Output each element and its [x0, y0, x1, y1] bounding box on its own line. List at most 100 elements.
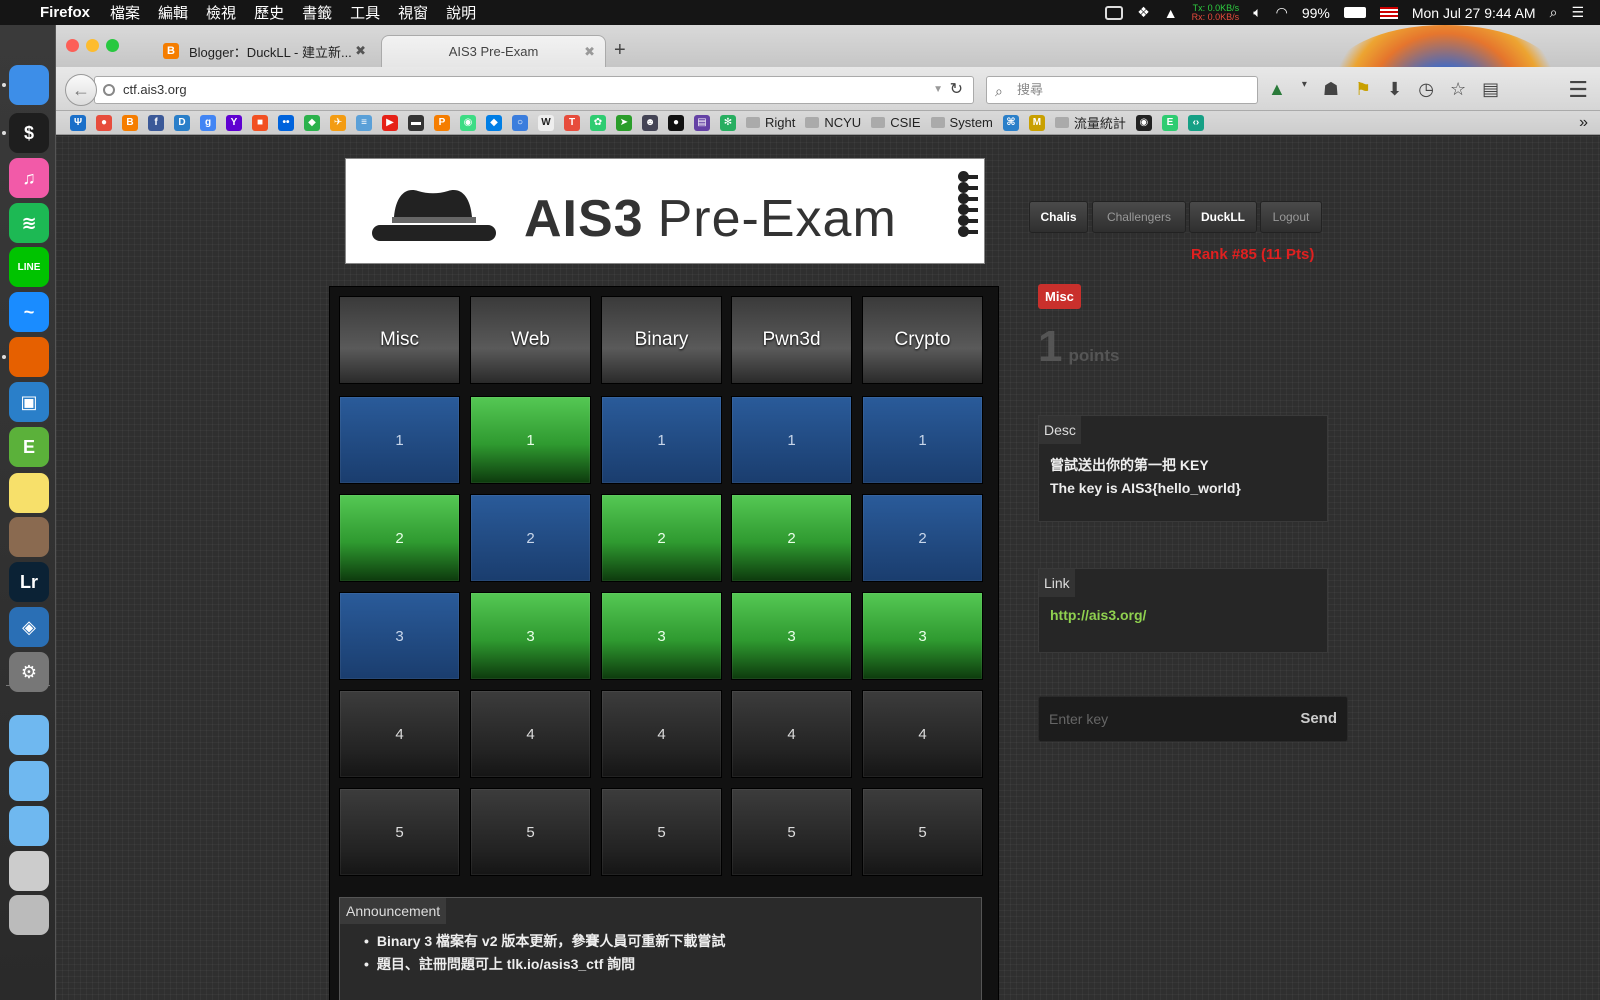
challenge-cell-binary-4[interactable]: 4 — [601, 690, 722, 778]
menu-help[interactable]: 說明 — [446, 2, 476, 23]
bookmarks-overflow-button[interactable]: » — [1579, 114, 1588, 132]
url-bar[interactable]: ctf.ais3.org ▼ ↻ — [94, 76, 974, 104]
close-tab-icon[interactable]: ✖ — [355, 43, 366, 59]
bm-blogger-icon[interactable]: B — [122, 114, 138, 131]
bookmark-folder-right[interactable]: Right — [746, 115, 795, 130]
battery-percent[interactable]: 99% — [1302, 5, 1330, 21]
network-monitor[interactable]: Tx: 0.0KB/s Rx: 0.0KB/s — [1192, 3, 1240, 22]
menu-bookmarks[interactable]: 書籤 — [302, 2, 332, 23]
bm-wikipedia-icon[interactable]: W — [538, 114, 554, 131]
bookmark-folder-ncyu[interactable]: NCYU — [805, 115, 861, 130]
app-menu[interactable]: Firefox — [40, 4, 90, 21]
challenge-cell-web-5[interactable]: 5 — [470, 788, 591, 876]
flag-extension-icon[interactable]: ⚑ — [1355, 79, 1371, 100]
bm-feedly-icon[interactable]: ◆ — [304, 114, 320, 131]
challenge-cell-pwn3d-5[interactable]: 5 — [731, 788, 852, 876]
key-input[interactable] — [1039, 697, 1279, 741]
stickies-icon[interactable] — [9, 473, 49, 513]
menu-icon[interactable]: ☰ — [1568, 77, 1588, 103]
challenge-cell-pwn3d-2[interactable]: 2 — [731, 494, 852, 582]
challenge-cell-crypto-3[interactable]: 3 — [862, 592, 983, 680]
bm-code-icon[interactable]: ‹› — [1187, 114, 1204, 131]
send-button[interactable]: Send — [1300, 710, 1337, 727]
challenge-cell-misc-5[interactable]: 5 — [339, 788, 460, 876]
challenge-cell-pwn3d-3[interactable]: 3 — [731, 592, 852, 680]
bm-p-icon[interactable]: P — [434, 114, 450, 131]
category-header-web[interactable]: Web — [470, 296, 591, 384]
drive-folder-icon[interactable] — [9, 761, 49, 801]
spotlight-icon[interactable]: ⌕ — [1550, 4, 1558, 21]
bm-twitch-icon[interactable]: ▤ — [694, 114, 710, 131]
bm-leaf-icon[interactable]: ✻ — [720, 114, 736, 131]
challenge-cell-misc-3[interactable]: 3 — [339, 592, 460, 680]
bm-m-icon[interactable]: M — [1028, 114, 1045, 131]
finder-icon[interactable] — [9, 65, 49, 105]
nav-challengers-button[interactable]: Challengers — [1092, 201, 1186, 233]
bookmark-folder-system[interactable]: System — [930, 115, 993, 130]
download-icon[interactable]: ⬇ — [1387, 79, 1402, 100]
bm-e-icon[interactable]: E — [1161, 114, 1178, 131]
bookmark-folder-csie[interactable]: CSIE — [871, 115, 921, 130]
menu-window[interactable]: 視窗 — [398, 2, 428, 23]
disk-icon[interactable] — [9, 851, 49, 891]
wifi-icon[interactable]: ◠ — [1276, 4, 1288, 21]
dropbox-folder-icon[interactable] — [9, 715, 49, 755]
extension-dropdown-icon[interactable]: ▾ — [1302, 79, 1307, 100]
bookmark-traffic-stats[interactable]: 流量統計 — [1054, 113, 1126, 132]
challenge-cell-crypto-5[interactable]: 5 — [862, 788, 983, 876]
bm-youtube-icon[interactable]: ▶ — [382, 114, 398, 131]
trash-icon[interactable] — [9, 895, 49, 935]
line-icon[interactable]: LINE — [9, 247, 49, 287]
bm-t-icon[interactable]: T — [564, 114, 580, 131]
menu-history[interactable]: 歷史 — [254, 2, 284, 23]
bm-green-icon[interactable]: ✿ — [590, 114, 606, 131]
reading-list-icon[interactable]: ▤ — [1482, 79, 1499, 100]
challenge-cell-web-3[interactable]: 3 — [470, 592, 591, 680]
evernote-icon[interactable]: E — [9, 427, 49, 467]
menu-file[interactable]: 檔案 — [110, 2, 140, 23]
bm-circle-icon[interactable]: ○ — [512, 114, 528, 131]
folder-icon[interactable] — [9, 806, 49, 846]
challenge-cell-web-1[interactable]: 1 — [470, 396, 591, 484]
bm-dropbox-icon[interactable]: ◆ — [486, 114, 502, 131]
challenge-link[interactable]: http://ais3.org/ — [1039, 597, 1327, 633]
close-tab-icon[interactable]: ✖ — [584, 44, 595, 60]
bm-windows-icon[interactable]: ■ — [252, 114, 268, 131]
bm-google-icon[interactable]: g — [200, 114, 216, 131]
clock[interactable]: Mon Jul 27 9:44 AM — [1412, 5, 1536, 21]
notification-center-icon[interactable]: ☰ — [1571, 4, 1584, 21]
bm-plane-icon[interactable]: ➤ — [616, 114, 632, 131]
minimize-window-button[interactable] — [86, 39, 99, 52]
bm-lemon-icon[interactable]: ● — [668, 114, 684, 131]
bm-doc-icon[interactable]: ≡ — [356, 114, 372, 131]
close-window-button[interactable] — [66, 39, 79, 52]
category-header-pwn3d[interactable]: Pwn3d — [731, 296, 852, 384]
menu-edit[interactable]: 編輯 — [158, 2, 188, 23]
history-icon[interactable]: ◷ — [1418, 79, 1434, 100]
github-icon[interactable]: ◉ — [1135, 114, 1152, 131]
reload-icon[interactable]: ↻ — [950, 77, 963, 103]
itunes-icon[interactable]: ♫ — [9, 158, 49, 198]
virtualbox-icon[interactable]: ◈ — [9, 607, 49, 647]
challenge-cell-misc-1[interactable]: 1 — [339, 396, 460, 484]
challenge-cell-binary-3[interactable]: 3 — [601, 592, 722, 680]
tab-blogger[interactable]: B Blogger：DuckLL - 建立新... ✖ — [151, 35, 376, 67]
bm-yahoo-icon[interactable]: Y — [226, 114, 242, 131]
category-header-crypto[interactable]: Crypto — [862, 296, 983, 384]
challenge-cell-pwn3d-4[interactable]: 4 — [731, 690, 852, 778]
challenge-cell-binary-2[interactable]: 2 — [601, 494, 722, 582]
menu-tools[interactable]: 工具 — [350, 2, 380, 23]
zoom-window-button[interactable] — [106, 39, 119, 52]
volume-icon[interactable]: 🔈︎ — [1253, 4, 1261, 21]
bm-flickr-icon[interactable]: •• — [278, 114, 294, 131]
challenge-cell-crypto-2[interactable]: 2 — [862, 494, 983, 582]
drive-status-icon[interactable]: ▲ — [1164, 5, 1178, 21]
bm-card-icon[interactable]: ▬ — [408, 114, 424, 131]
flag-icon[interactable] — [1379, 6, 1398, 19]
challenge-cell-pwn3d-1[interactable]: 1 — [731, 396, 852, 484]
ghost-icon[interactable]: ☗ — [1323, 79, 1339, 100]
challenge-cell-web-2[interactable]: 2 — [470, 494, 591, 582]
challenge-cell-binary-5[interactable]: 5 — [601, 788, 722, 876]
bm-app-icon[interactable]: ⌘ — [1002, 114, 1019, 131]
nav-user-button[interactable]: DuckLL — [1189, 201, 1257, 233]
